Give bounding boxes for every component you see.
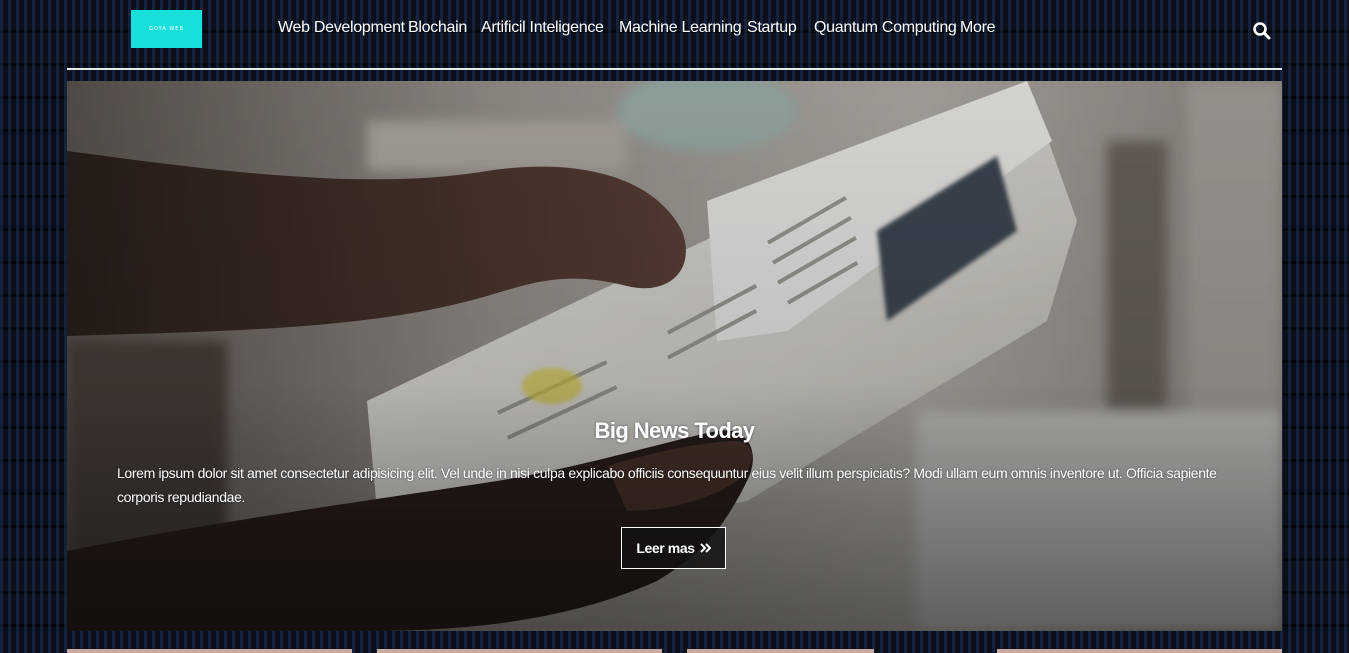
search-button[interactable] [1252,21,1272,41]
nav-item-startup[interactable]: Startup [747,19,797,37]
article-card-preview[interactable] [997,649,1282,653]
brand-logo-text: GOYA WEB [149,26,184,32]
hero-title: Big News Today [594,418,755,443]
search-icon [1253,22,1271,40]
nav-divider [67,68,1282,70]
double-chevron-right-icon [699,543,711,553]
article-card-preview[interactable] [687,649,874,653]
article-card-preview[interactable] [67,649,352,653]
brand-logo[interactable]: GOYA WEB [131,10,202,48]
hero-description: Lorem ipsum dolor sit amet consectetur a… [117,465,1217,505]
read-more-button[interactable]: Leer mas [621,527,726,569]
nav-item-web-development[interactable]: Web Development [278,19,405,37]
nav-item-machine-learning[interactable]: Machine Learning [619,19,742,37]
nav-item-blockchain[interactable]: Blochain [408,19,467,37]
nav-item-quantum-computing[interactable]: Quantum Computing [814,19,957,37]
top-navigation: GOYA WEB Web Development Blochain Artifi… [0,0,1349,70]
hero-banner: Big News Today Lorem ipsum dolor sit ame… [67,81,1282,631]
article-card-preview[interactable] [377,649,662,653]
nav-item-artificial-intelligence[interactable]: Artificil Inteligence [481,19,604,37]
read-more-label: Leer mas [636,540,695,556]
nav-item-more[interactable]: More [960,19,996,37]
